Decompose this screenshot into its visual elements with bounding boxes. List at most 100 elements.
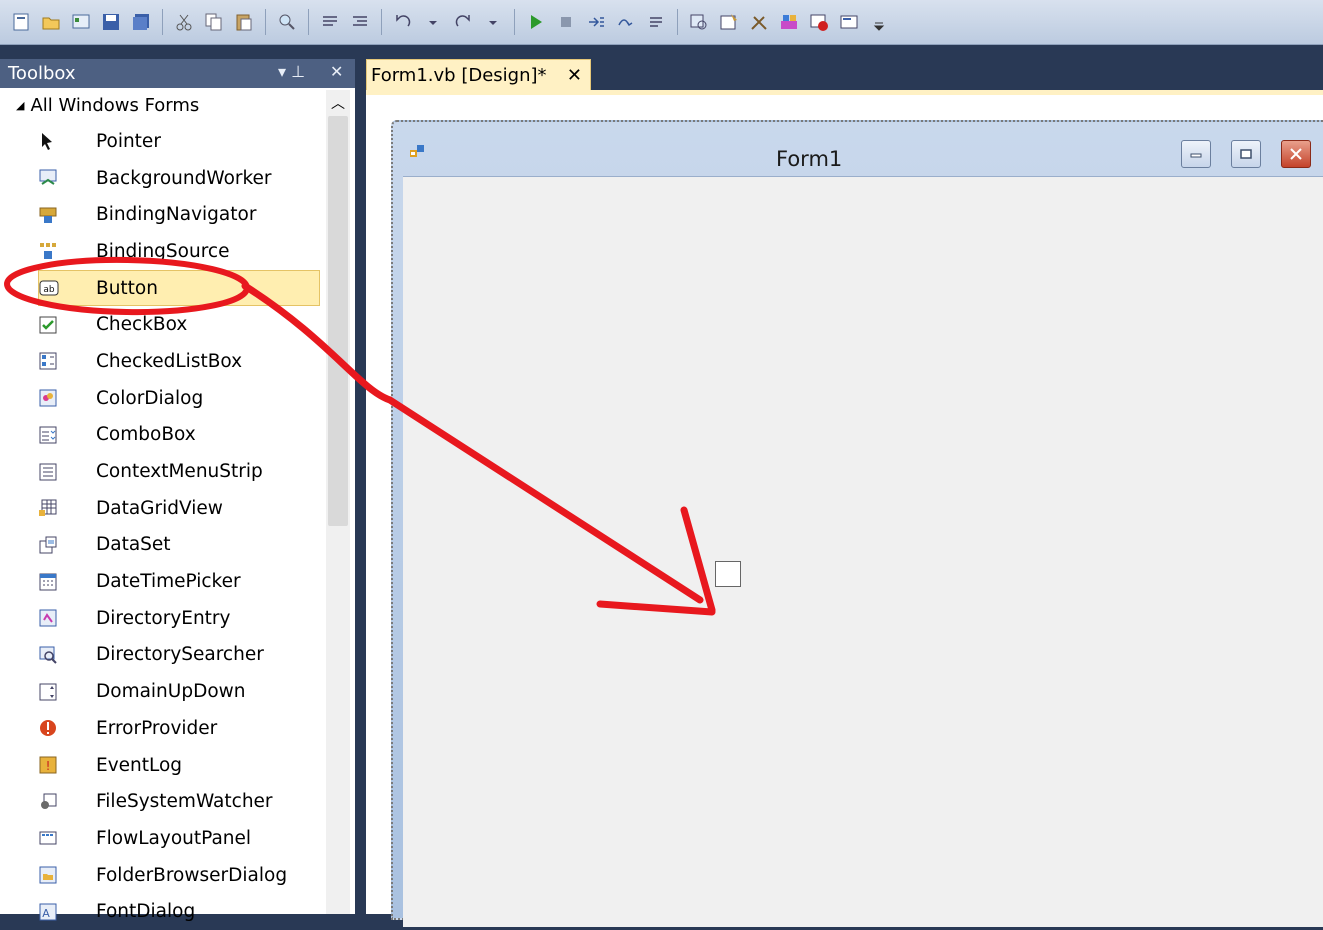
minimize-button[interactable] xyxy=(1181,140,1211,168)
form-title: Form1 xyxy=(776,147,843,171)
step-out-icon[interactable] xyxy=(645,11,667,33)
close-button[interactable] xyxy=(1281,140,1311,168)
directory-entry-icon xyxy=(38,608,58,628)
toolbox-item-label: BackgroundWorker xyxy=(96,167,272,189)
toolbox-item-label: ColorDialog xyxy=(96,387,204,409)
toolbox-item-checkedlistbox[interactable]: CheckedListBox xyxy=(0,343,326,380)
minimize-icon xyxy=(1190,153,1202,158)
new-project-icon[interactable] xyxy=(10,11,32,33)
tab-close-icon[interactable]: ✕ xyxy=(567,65,582,86)
toolbox-item-bindingsource[interactable]: BindingSource xyxy=(0,233,326,270)
checkbox-icon xyxy=(38,315,58,335)
toolbox-item-label: CheckedListBox xyxy=(96,350,243,372)
redo-dropdown-icon[interactable] xyxy=(482,11,504,33)
toolbox-item-dataset[interactable]: DataSet xyxy=(0,527,326,564)
toolbox-item-pointer[interactable]: Pointer xyxy=(0,123,326,160)
toolbox-header: Toolbox ▾ ⊥ ✕ xyxy=(0,59,355,88)
form-app-icon xyxy=(410,145,424,157)
flowlayout-icon xyxy=(38,828,58,848)
open-file-icon[interactable] xyxy=(40,11,62,33)
save-icon[interactable] xyxy=(100,11,122,33)
context-menu-icon xyxy=(38,462,58,482)
form-window[interactable]: Form1 xyxy=(391,120,1323,927)
toolbox-item-label: DirectorySearcher xyxy=(96,644,264,666)
eventlog-icon: ! xyxy=(38,755,58,775)
toolbox-group-header[interactable]: ◢ All Windows Forms xyxy=(0,90,326,120)
toolbox-item-eventlog[interactable]: ! EventLog xyxy=(0,747,326,784)
datetime-icon xyxy=(38,572,58,592)
toolbox-item-label: FolderBrowserDialog xyxy=(96,864,288,886)
toolbox-item-label: FileSystemWatcher xyxy=(96,791,273,813)
redo-icon[interactable] xyxy=(452,11,474,33)
toolbox-item-label: ComboBox xyxy=(96,424,196,446)
tab-form1-design[interactable]: Form1.vb [Design]* ✕ xyxy=(366,59,591,90)
toolbar-separator xyxy=(308,9,309,35)
scrollbar-thumb[interactable] xyxy=(328,116,348,526)
undo-icon[interactable] xyxy=(392,11,414,33)
uncomment-icon[interactable] xyxy=(349,11,371,33)
class-view-icon[interactable] xyxy=(778,11,800,33)
toolbox-group-label: All Windows Forms xyxy=(30,94,200,116)
toolbox-item-filesystemwatcher[interactable]: FileSystemWatcher xyxy=(0,783,326,820)
toolbox-item-backgroundworker[interactable]: BackgroundWorker xyxy=(0,160,326,197)
toolbox-item-flowlayoutpanel[interactable]: FlowLayoutPanel xyxy=(0,820,326,857)
output-window-icon[interactable] xyxy=(838,11,860,33)
add-item-icon[interactable] xyxy=(70,11,92,33)
comment-icon[interactable] xyxy=(319,11,341,33)
error-provider-icon xyxy=(38,718,58,738)
toolbox-item-list: Pointer BackgroundWorker BindingNavigator B… xyxy=(0,123,326,930)
toolbox-item-checkbox[interactable]: CheckBox xyxy=(0,306,326,343)
designer-surface[interactable]: Form1 xyxy=(366,95,1323,927)
toolbox-item-contextmenustrip[interactable]: ContextMenuStrip xyxy=(0,453,326,490)
toolbox-item-colordialog[interactable]: ColorDialog xyxy=(0,380,326,417)
tab-label: Form1.vb [Design]* xyxy=(371,64,547,86)
find-icon[interactable] xyxy=(276,11,298,33)
toolbox-item-bindingnavigator[interactable]: BindingNavigator xyxy=(0,196,326,233)
close-x-icon xyxy=(1290,148,1302,160)
toolbar-separator xyxy=(677,9,678,35)
pin-icon[interactable]: ▾ ⊥ xyxy=(278,62,305,81)
step-over-icon[interactable] xyxy=(615,11,637,33)
solution-explorer-icon[interactable] xyxy=(688,11,710,33)
scroll-up-icon[interactable]: ︿ xyxy=(326,92,350,114)
svg-text:A: A xyxy=(42,907,50,920)
toolbox-item-label: ContextMenuStrip xyxy=(96,461,263,483)
toolbox-item-directorysearcher[interactable]: DirectorySearcher xyxy=(0,637,326,674)
toolbox-item-fontdialog[interactable]: A FontDialog xyxy=(0,893,326,930)
toolbox-item-folderbrowserdialog[interactable]: FolderBrowserDialog xyxy=(0,857,326,894)
collapse-triangle-icon: ◢ xyxy=(16,98,25,112)
toolbox-item-errorprovider[interactable]: ErrorProvider xyxy=(0,710,326,747)
properties-icon[interactable] xyxy=(718,11,740,33)
form-client-area[interactable] xyxy=(403,176,1323,927)
toolbox-item-domainupdown[interactable]: DomainUpDown xyxy=(0,673,326,710)
directory-searcher-icon xyxy=(38,645,58,665)
folder-browser-icon xyxy=(38,865,58,885)
save-all-icon[interactable] xyxy=(130,11,152,33)
undo-dropdown-icon[interactable] xyxy=(422,11,444,33)
error-list-icon[interactable] xyxy=(808,11,830,33)
datagrid-icon xyxy=(38,498,58,518)
cut-icon[interactable] xyxy=(173,11,195,33)
toolbox-item-label: CheckBox xyxy=(96,314,188,336)
stop-icon[interactable] xyxy=(555,11,577,33)
toolbar-separator xyxy=(514,9,515,35)
color-dialog-icon xyxy=(38,388,58,408)
form-titlebar: Form1 xyxy=(393,122,1323,177)
copy-icon[interactable] xyxy=(203,11,225,33)
toolbox-item-datetimepicker[interactable]: DateTimePicker xyxy=(0,563,326,600)
toolbar-options-icon[interactable] xyxy=(868,11,890,33)
toolbar-separator xyxy=(162,9,163,35)
paste-icon[interactable] xyxy=(233,11,255,33)
toolbox-item-label: DomainUpDown xyxy=(96,681,246,703)
step-into-icon[interactable] xyxy=(585,11,607,33)
toolbox-item-button[interactable]: ab Button xyxy=(38,269,320,307)
toolbox-item-datagridview[interactable]: DataGridView xyxy=(0,490,326,527)
toolbox-item-label: BindingSource xyxy=(96,240,230,262)
maximize-button[interactable] xyxy=(1231,140,1261,168)
toolbox-item-directoryentry[interactable]: DirectoryEntry xyxy=(0,600,326,637)
close-icon[interactable]: ✕ xyxy=(330,62,343,81)
start-debugging-icon[interactable] xyxy=(525,11,547,33)
toolbox-item-combobox[interactable]: ComboBox xyxy=(0,417,326,454)
toolbox-icon[interactable] xyxy=(748,11,770,33)
toolbox-scrollbar[interactable]: ︿ xyxy=(326,90,350,914)
